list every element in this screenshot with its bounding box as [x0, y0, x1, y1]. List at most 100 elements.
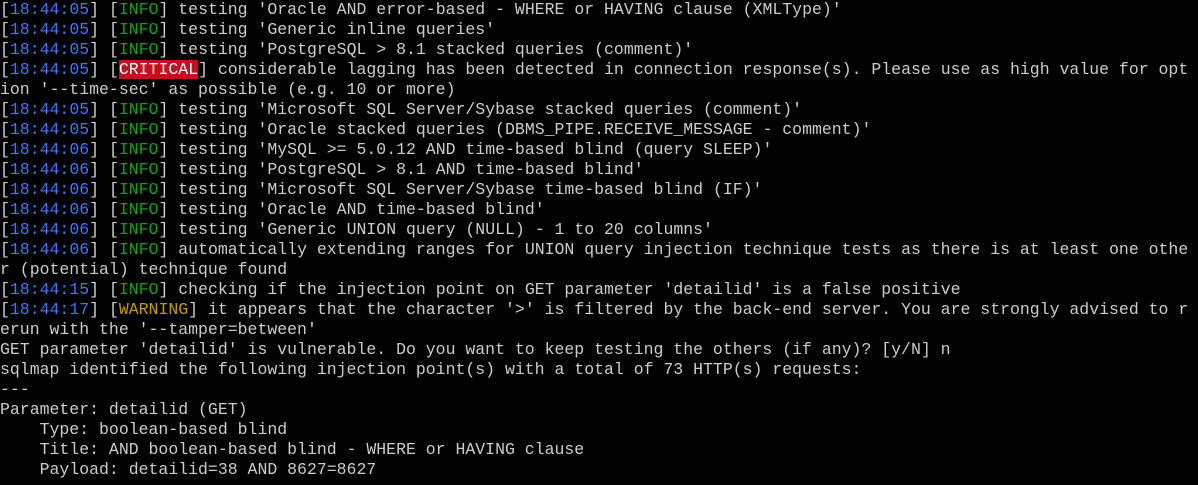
bracket-close: ] [89, 100, 109, 119]
bracket-open: [ [0, 0, 10, 19]
bracket-close: ] [158, 0, 169, 19]
log-line: [18:44:15] [INFO] checking if the inject… [0, 280, 1198, 300]
bracket-open: [ [0, 20, 10, 39]
log-timestamp: 18:44:05 [9, 120, 90, 139]
log-level-info: INFO [118, 280, 159, 299]
log-message: testing 'Generic UNION query (NULL) - 1 … [168, 220, 713, 239]
log-timestamp: 18:44:06 [9, 160, 90, 179]
log-level-critical: CRITICAL [118, 60, 199, 79]
bracket-open: [ [0, 300, 10, 319]
bracket-close: ] [158, 20, 169, 39]
log-timestamp: 18:44:17 [9, 300, 90, 319]
bracket-close: ] [158, 120, 169, 139]
log-message: testing 'Oracle AND time-based blind' [168, 200, 545, 219]
log-line: [18:44:17] [WARNING] it appears that the… [0, 300, 1198, 320]
bracket-open: [ [0, 180, 10, 199]
bracket-open: [ [0, 200, 10, 219]
output-line: sqlmap identified the following injectio… [0, 360, 1198, 380]
bracket-open: [ [108, 200, 119, 219]
bracket-close: ] [89, 220, 109, 239]
log-message: testing 'Oracle stacked queries (DBMS_PI… [168, 120, 872, 139]
bracket-close: ] [158, 220, 169, 239]
bracket-open: [ [108, 240, 119, 259]
output-text: erun with the '--tamper=between' [0, 320, 317, 339]
output-text: Parameter: detailid (GET) [0, 400, 248, 419]
bracket-open: [ [108, 180, 119, 199]
log-level-warning: WARNING [118, 300, 189, 319]
log-line: [18:44:06] [INFO] automatically extendin… [0, 240, 1198, 260]
output-text: ion '--time-sec' as possible (e.g. 10 or… [0, 80, 456, 99]
log-timestamp: 18:44:05 [9, 20, 90, 39]
bracket-open: [ [108, 160, 119, 179]
log-line: [18:44:05] [INFO] testing 'Oracle AND er… [0, 0, 1198, 20]
bracket-close: ] [158, 280, 169, 299]
log-message: testing 'MySQL >= 5.0.12 AND time-based … [168, 140, 773, 159]
log-message: testing 'PostgreSQL > 8.1 stacked querie… [168, 40, 694, 59]
log-line: [18:44:05] [INFO] testing 'Oracle stacke… [0, 120, 1198, 140]
bracket-open: [ [0, 100, 10, 119]
output-line: erun with the '--tamper=between' [0, 320, 1198, 340]
bracket-open: [ [108, 220, 119, 239]
bracket-open: [ [108, 20, 119, 39]
bracket-close: ] [89, 160, 109, 179]
log-message: testing 'Microsoft SQL Server/Sybase sta… [168, 100, 803, 119]
bracket-open: [ [108, 0, 119, 19]
log-level-info: INFO [118, 100, 159, 119]
log-level-info: INFO [118, 20, 159, 39]
log-message: it appears that the character '>' is fil… [198, 300, 1189, 319]
bracket-open: [ [108, 280, 119, 299]
bracket-close: ] [89, 180, 109, 199]
bracket-close: ] [158, 100, 169, 119]
log-timestamp: 18:44:06 [9, 200, 90, 219]
log-level-info: INFO [118, 0, 159, 19]
bracket-close: ] [89, 280, 109, 299]
bracket-open: [ [108, 60, 119, 79]
log-timestamp: 18:44:06 [9, 180, 90, 199]
log-message: automatically extending ranges for UNION… [168, 240, 1189, 259]
bracket-open: [ [0, 60, 10, 79]
log-line: [18:44:06] [INFO] testing 'Oracle AND ti… [0, 200, 1198, 220]
bracket-close: ] [89, 60, 109, 79]
bracket-open: [ [108, 100, 119, 119]
bracket-open: [ [108, 140, 119, 159]
bracket-open: [ [0, 240, 10, 259]
log-message: testing 'Oracle AND error-based - WHERE … [168, 0, 842, 19]
log-line: [18:44:06] [INFO] testing 'PostgreSQL > … [0, 160, 1198, 180]
log-level-info: INFO [118, 120, 159, 139]
bracket-close: ] [89, 20, 109, 39]
log-line: [18:44:06] [INFO] testing 'Microsoft SQL… [0, 180, 1198, 200]
output-text: GET parameter 'detailid' is vulnerable. … [0, 340, 951, 359]
bracket-close: ] [158, 40, 169, 59]
log-message: checking if the injection point on GET p… [168, 280, 961, 299]
output-text: --- [0, 380, 30, 399]
log-line: [18:44:06] [INFO] testing 'MySQL >= 5.0.… [0, 140, 1198, 160]
log-line: [18:44:05] [INFO] testing 'PostgreSQL > … [0, 40, 1198, 60]
output-text: r (potential) technique found [0, 260, 288, 279]
log-timestamp: 18:44:05 [9, 0, 90, 19]
bracket-open: [ [108, 40, 119, 59]
bracket-open: [ [0, 140, 10, 159]
bracket-open: [ [0, 120, 10, 139]
bracket-close: ] [89, 240, 109, 259]
log-message: testing 'PostgreSQL > 8.1 AND time-based… [168, 160, 644, 179]
log-level-info: INFO [118, 240, 159, 259]
output-text: Type: boolean-based blind [0, 420, 288, 439]
log-message: testing 'Generic inline queries' [168, 20, 496, 39]
bracket-close: ] [89, 120, 109, 139]
bracket-open: [ [0, 220, 10, 239]
bracket-close: ] [89, 140, 109, 159]
log-line: [18:44:05] [INFO] testing 'Generic inlin… [0, 20, 1198, 40]
terminal-output[interactable]: [18:44:05] [INFO] testing 'Oracle AND er… [0, 0, 1198, 485]
output-line: r (potential) technique found [0, 260, 1198, 280]
bracket-close: ] [198, 60, 208, 79]
output-line: Type: boolean-based blind [0, 420, 1198, 440]
bracket-open: [ [108, 300, 119, 319]
output-line: ion '--time-sec' as possible (e.g. 10 or… [0, 80, 1198, 100]
output-line: Payload: detailid=38 AND 8627=8627 [0, 460, 1198, 480]
bracket-open: [ [0, 40, 10, 59]
bracket-close: ] [158, 160, 169, 179]
log-timestamp: 18:44:05 [9, 60, 90, 79]
bracket-close: ] [89, 300, 109, 319]
bracket-close: ] [158, 180, 169, 199]
log-line: [18:44:05] [INFO] testing 'Microsoft SQL… [0, 100, 1198, 120]
